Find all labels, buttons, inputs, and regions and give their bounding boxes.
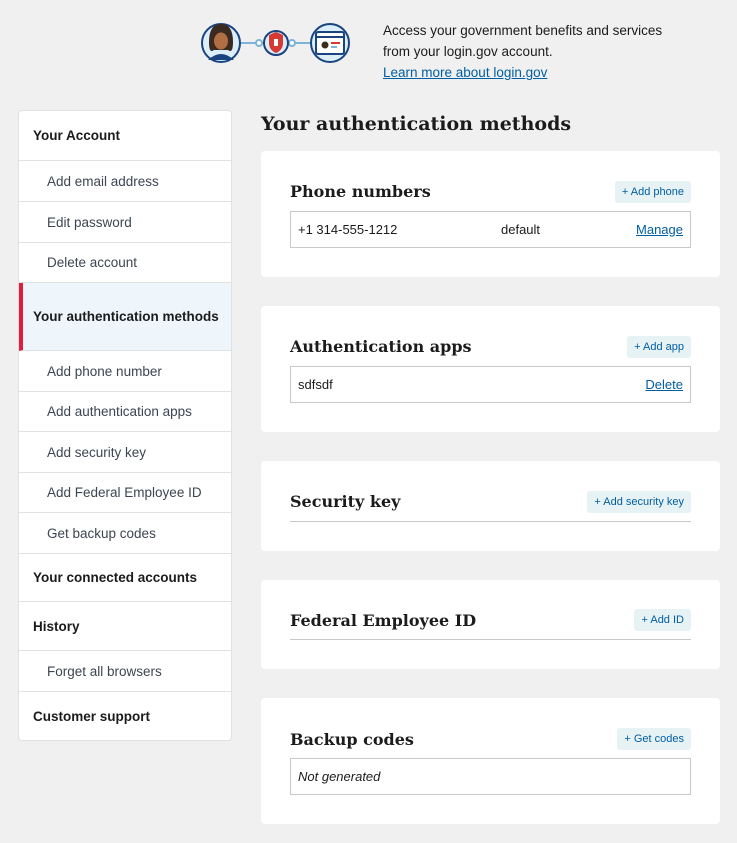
- backup-codes-card: Backup codes + Get codes Not generated: [261, 698, 720, 824]
- sidebar-item-add-auth-apps[interactable]: Add authentication apps: [19, 392, 231, 432]
- sidebar-item-connected-accounts[interactable]: Your connected accounts: [19, 554, 231, 602]
- manage-phone-link[interactable]: Manage: [636, 222, 683, 237]
- get-codes-button[interactable]: + Get codes: [617, 728, 691, 750]
- account-sidebar: Your Account Add email address Edit pass…: [18, 110, 232, 741]
- banner-text-line1: Access your government benefits and serv…: [383, 23, 663, 38]
- delete-app-link[interactable]: Delete: [645, 377, 683, 392]
- backup-codes-status: Not generated: [298, 769, 381, 784]
- login-gov-illustration-icon: [201, 23, 350, 63]
- page-title: Your authentication methods: [261, 113, 572, 135]
- add-security-key-button[interactable]: + Add security key: [587, 491, 691, 513]
- phone-number: +1 314-555-1212: [298, 222, 398, 237]
- sidebar-item-add-email[interactable]: Add email address: [19, 161, 231, 202]
- sidebar-item-history[interactable]: History: [19, 602, 231, 651]
- sidebar-item-add-security-key[interactable]: Add security key: [19, 432, 231, 473]
- security-key-divider: [290, 521, 691, 522]
- learn-more-link[interactable]: Learn more about login.gov: [383, 65, 547, 80]
- federal-id-card: Federal Employee ID + Add ID: [261, 580, 720, 669]
- sidebar-item-delete-account[interactable]: Delete account: [19, 243, 231, 283]
- sidebar-item-forget-browsers[interactable]: Forget all browsers: [19, 651, 231, 692]
- banner-text: Access your government benefits and serv…: [383, 20, 683, 83]
- phone-numbers-heading: Phone numbers: [290, 182, 431, 201]
- auth-app-name: sdfsdf: [298, 377, 333, 392]
- sidebar-item-your-account[interactable]: Your Account: [19, 111, 231, 161]
- add-id-button[interactable]: + Add ID: [634, 609, 691, 631]
- auth-apps-heading: Authentication apps: [290, 337, 472, 356]
- security-key-heading: Security key: [290, 492, 401, 511]
- add-app-button[interactable]: + Add app: [627, 336, 691, 358]
- sidebar-item-backup-codes[interactable]: Get backup codes: [19, 513, 231, 554]
- security-key-card: Security key + Add security key: [261, 461, 720, 551]
- add-phone-button[interactable]: + Add phone: [614, 181, 691, 203]
- login-gov-banner: Access your government benefits and serv…: [200, 20, 680, 80]
- phone-default-status: default: [501, 222, 541, 237]
- sidebar-item-edit-password[interactable]: Edit password: [19, 202, 231, 243]
- backup-codes-heading: Backup codes: [290, 730, 414, 749]
- sidebar-item-add-federal-id[interactable]: Add Federal Employee ID: [19, 473, 231, 513]
- phone-row: +1 314-555-1212 default Manage: [290, 211, 691, 248]
- sidebar-item-auth-methods[interactable]: Your authentication methods: [19, 283, 231, 351]
- auth-apps-card: Authentication apps + Add app sdfsdf Del…: [261, 306, 720, 432]
- federal-id-divider: [290, 639, 691, 640]
- federal-id-heading: Federal Employee ID: [290, 611, 477, 630]
- banner-text-line2: from your login.gov account.: [383, 44, 553, 59]
- auth-app-row: sdfsdf Delete: [290, 366, 691, 403]
- sidebar-item-add-phone[interactable]: Add phone number: [19, 351, 231, 392]
- sidebar-item-customer-support[interactable]: Customer support: [19, 692, 231, 740]
- backup-codes-row: Not generated: [290, 758, 691, 795]
- phone-numbers-card: Phone numbers + Add phone +1 314-555-121…: [261, 151, 720, 277]
